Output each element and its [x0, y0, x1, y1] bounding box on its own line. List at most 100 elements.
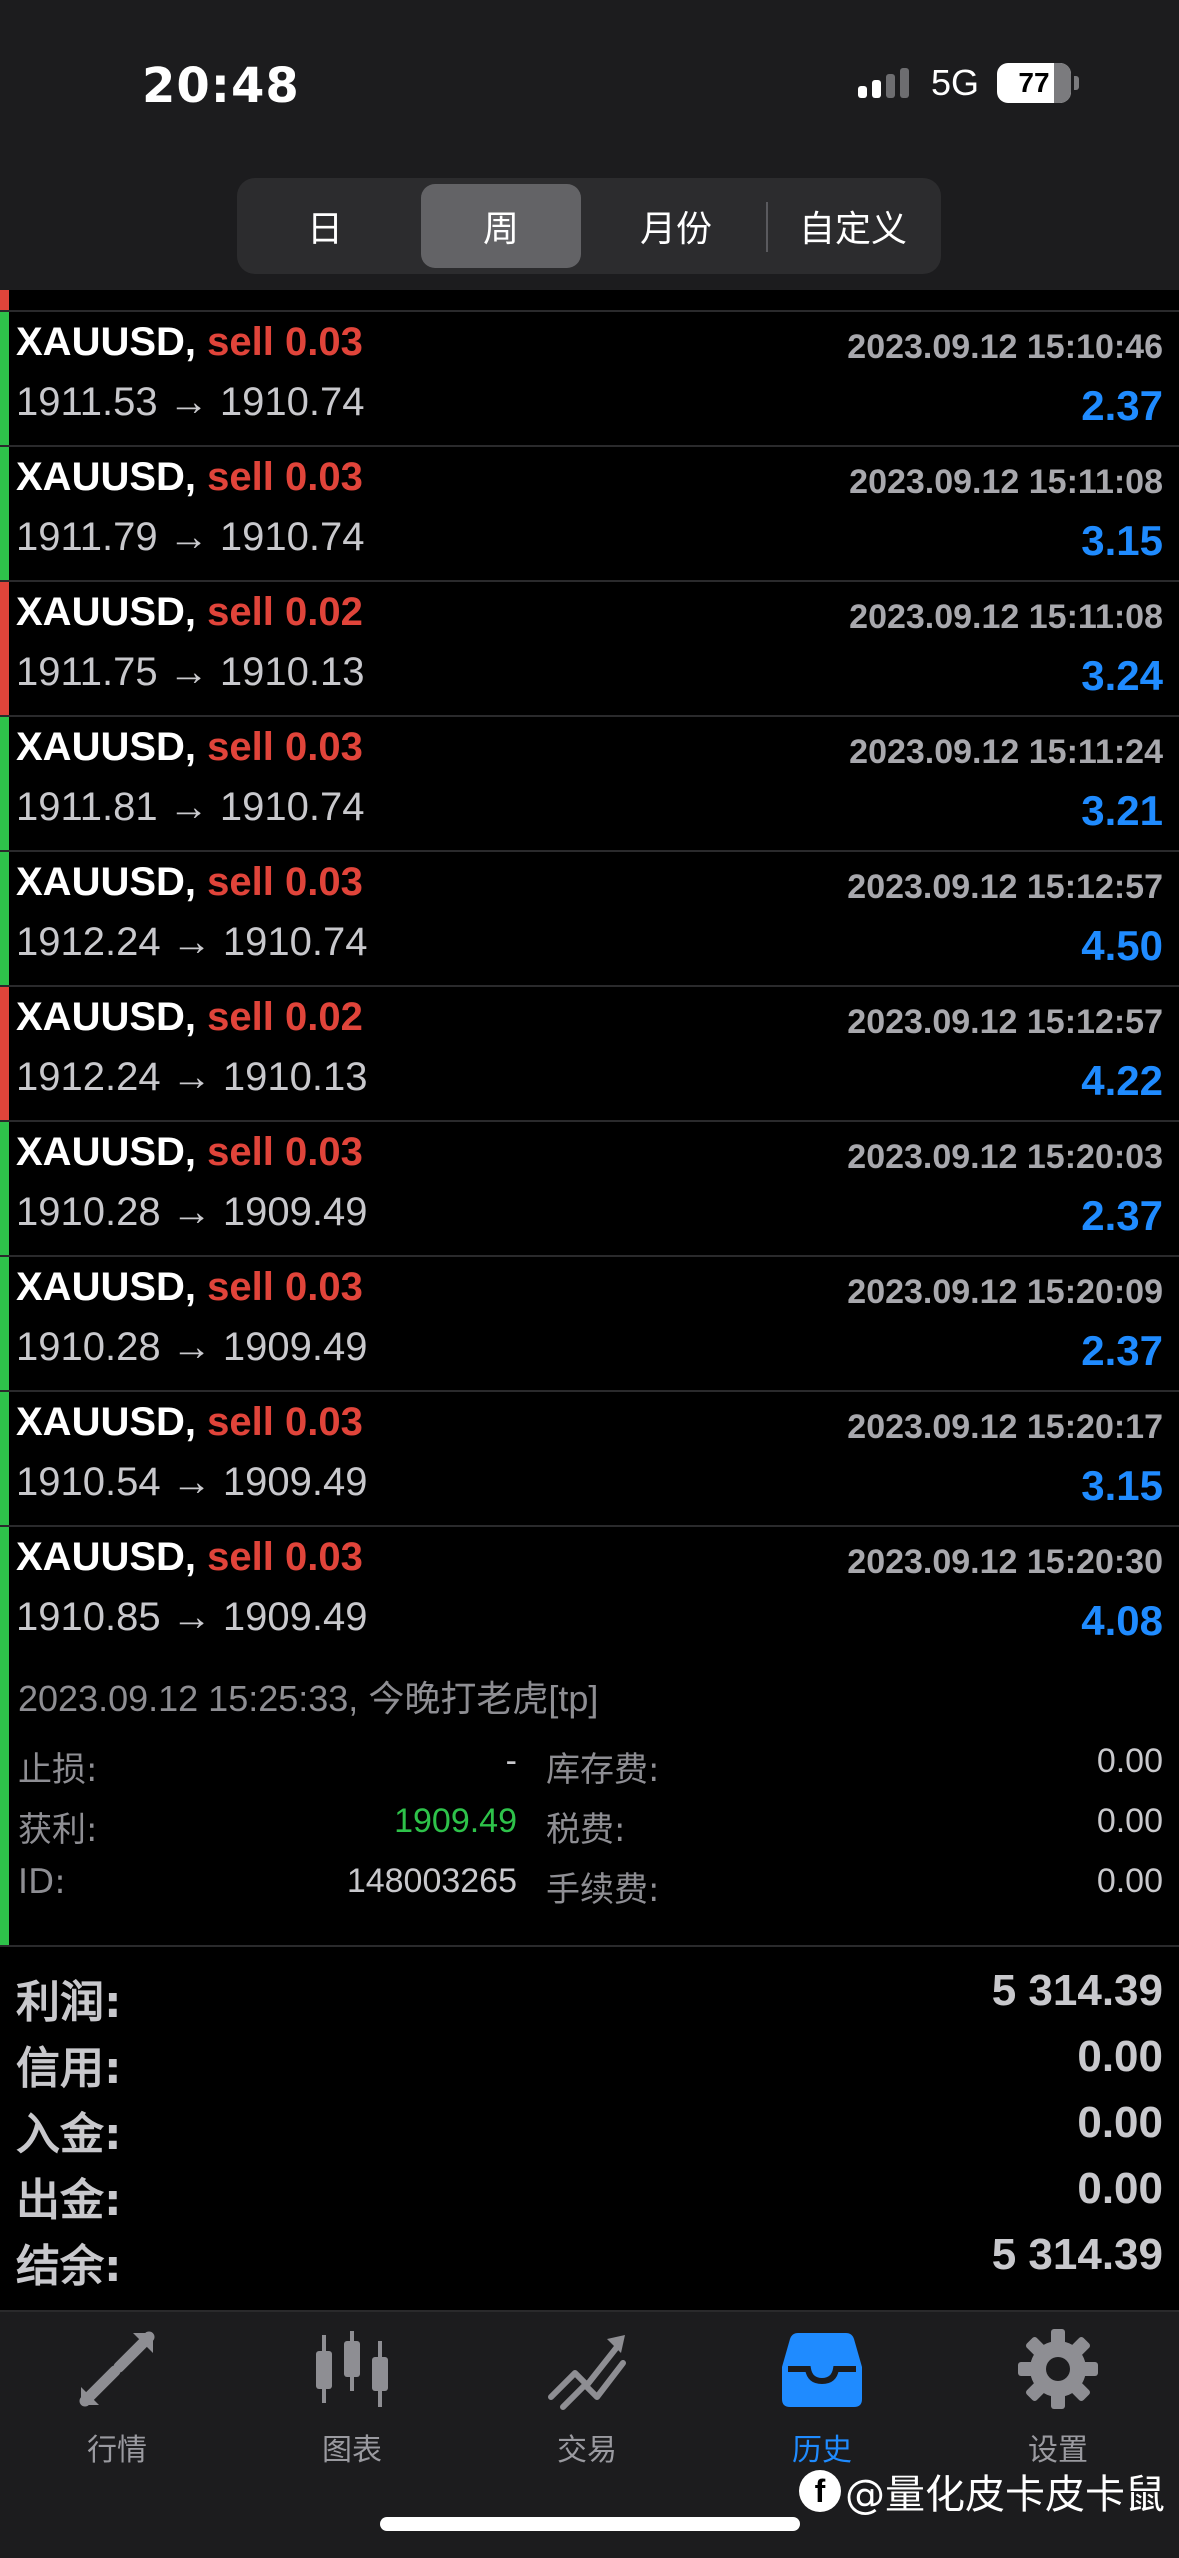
tab-quotes[interactable]: 行情 — [27, 2327, 207, 2477]
deal-close-price: 1909.49 — [222, 1190, 368, 1234]
detail-accent — [0, 1660, 9, 1945]
deal-accent — [0, 717, 9, 850]
home-indicator[interactable] — [380, 2517, 800, 2531]
id-label: ID: — [18, 1862, 66, 1902]
deal-row[interactable]: XAUUSD, sell 0.03 1911.81 → 1910.74 2023.0… — [0, 715, 1179, 850]
stop-loss-value: - — [505, 1742, 517, 1780]
deal-symbol: XAUUSD, — [16, 1535, 197, 1579]
id-value: 148003265 — [346, 1862, 517, 1900]
deal-side: sell — [207, 455, 274, 499]
deal-profit: 3.24 — [1081, 652, 1163, 699]
deal-profit: 3.15 — [1081, 517, 1163, 564]
deal-symbol-line: XAUUSD, sell 0.02 — [16, 590, 363, 635]
deal-symbol: XAUUSD, — [16, 590, 197, 634]
deal-row[interactable]: XAUUSD, sell 0.03 1910.85 → 1909.49 2023.0… — [0, 1525, 1179, 1660]
arrow-right-icon: → — [168, 515, 209, 559]
deal-volume: 0.02 — [285, 995, 363, 1039]
deal-profit: 4.08 — [1081, 1597, 1163, 1644]
deal-open-price: 1910.28 — [16, 1190, 161, 1234]
deal-prices: 1911.75 → 1910.13 — [16, 650, 364, 695]
watermark: f @量化皮卡皮卡鼠 — [799, 2462, 1165, 2520]
deal-open-price: 1912.24 — [16, 1055, 161, 1099]
tab-settings[interactable]: 设置 — [968, 2327, 1148, 2477]
deal-profit: 3.21 — [1081, 787, 1163, 834]
status-icons: 5G 77 — [857, 62, 1079, 104]
deal-volume: 0.03 — [285, 1265, 363, 1309]
arrow-right-icon: → — [171, 1595, 212, 1639]
arrow-right-icon: → — [168, 380, 209, 424]
deal-close-price: 1909.49 — [222, 1325, 368, 1369]
deal-volume: 0.02 — [285, 590, 363, 634]
deal-datetime: 2023.09.12 15:12:57 — [847, 1003, 1163, 1041]
arrow-right-icon: → — [171, 1190, 212, 1234]
take-profit-label: 获利: — [18, 1810, 98, 1850]
deal-accent — [0, 447, 9, 580]
deal-open-price: 1911.79 — [16, 515, 158, 559]
deal-datetime: 2023.09.12 15:20:17 — [847, 1408, 1163, 1446]
period-week[interactable]: 周 — [421, 184, 581, 268]
deal-datetime: 2023.09.12 15:11:24 — [849, 733, 1163, 771]
deal-row[interactable]: XAUUSD, sell 0.02 1911.75 → 1910.13 2023.0… — [0, 580, 1179, 715]
tab-trade-label: 交易 — [557, 2433, 617, 2468]
period-day[interactable]: 日 — [243, 184, 407, 268]
header: 20:48 5G 77 日 周 月份 自定义 — [0, 0, 1179, 290]
deal-side: sell — [207, 860, 274, 904]
cellular-signal-icon — [857, 68, 909, 98]
arrow-right-icon: → — [171, 1325, 212, 1369]
deal-row[interactable]: XAUUSD, sell 0.03 1910.54 → 1909.49 2023.0… — [0, 1390, 1179, 1525]
tab-chart[interactable]: 图表 — [262, 2327, 442, 2477]
deal-profit: 2.37 — [1081, 1192, 1163, 1239]
deal-side: sell — [207, 1400, 274, 1444]
history-inbox-icon — [782, 2333, 862, 2407]
deal-volume: 0.03 — [285, 1400, 363, 1444]
swap-label: 库存费: — [546, 1750, 660, 1790]
candlestick-chart-icon — [316, 2331, 388, 2407]
summary-balance-value: 5 314.39 — [991, 2230, 1163, 2279]
deal-accent — [0, 1122, 9, 1255]
deal-close-price: 1910.74 — [222, 920, 368, 964]
deal-prices: 1910.85 → 1909.49 — [16, 1595, 367, 1640]
deal-close-price: 1909.49 — [222, 1460, 368, 1504]
deal-detail[interactable]: 2023.09.12 15:25:33, 今晚打老虎[tp] 止损: - 获利:… — [0, 1660, 1179, 1945]
tab-trade[interactable]: 交易 — [497, 2327, 677, 2477]
arrow-right-icon: → — [171, 1055, 212, 1099]
deal-accent — [0, 852, 9, 985]
deal-symbol-line: XAUUSD, sell 0.03 — [16, 1535, 363, 1580]
deal-side: sell — [207, 725, 274, 769]
arrow-right-icon: → — [171, 920, 212, 964]
detail-header: 2023.09.12 15:25:33, 今晚打老虎[tp] — [18, 1678, 599, 1719]
deal-symbol-line: XAUUSD, sell 0.03 — [16, 320, 363, 365]
period-custom[interactable]: 自定义 — [771, 184, 935, 268]
deal-row[interactable]: XAUUSD, sell 0.03 1911.53 → 1910.74 2023.0… — [0, 310, 1179, 445]
tab-chart-label: 图表 — [322, 2433, 382, 2468]
deal-datetime: 2023.09.12 15:20:03 — [847, 1138, 1163, 1176]
period-month[interactable]: 月份 — [591, 184, 761, 268]
arrow-right-icon: → — [171, 1460, 212, 1504]
deal-datetime: 2023.09.12 15:10:46 — [847, 328, 1163, 366]
deal-row[interactable]: XAUUSD, sell 0.02 1912.24 → 1910.13 2023.0… — [0, 985, 1179, 1120]
tab-history[interactable]: 历史 — [732, 2327, 912, 2477]
deal-symbol: XAUUSD, — [16, 860, 197, 904]
deal-close-price: 1910.13 — [219, 650, 365, 694]
tax-label: 税费: — [546, 1810, 626, 1850]
deal-close-price: 1909.49 — [222, 1595, 368, 1639]
deal-open-price: 1910.28 — [16, 1325, 161, 1369]
deal-symbol-line: XAUUSD, sell 0.03 — [16, 1400, 363, 1445]
deal-row[interactable]: XAUUSD, sell 0.03 1912.24 → 1910.74 2023.0… — [0, 850, 1179, 985]
deal-accent — [0, 312, 9, 445]
deal-row[interactable]: XAUUSD, sell 0.03 1910.28 → 1909.49 2023.0… — [0, 1255, 1179, 1390]
deal-volume: 0.03 — [285, 320, 363, 364]
segment-divider — [766, 202, 768, 252]
deal-profit: 2.37 — [1081, 1327, 1163, 1374]
arrow-right-icon: → — [168, 785, 209, 829]
deal-row[interactable]: XAUUSD, sell 0.03 1910.28 → 1909.49 2023.0… — [0, 1120, 1179, 1255]
deal-open-price: 1911.81 — [16, 785, 158, 829]
deal-accent — [0, 582, 9, 715]
deal-prices: 1911.53 → 1910.74 — [16, 380, 364, 425]
summary-balance-label: 结余: — [16, 2241, 122, 2292]
deal-row[interactable]: XAUUSD, sell 0.03 1911.79 → 1910.74 2023.0… — [0, 445, 1179, 580]
deal-open-price: 1912.24 — [16, 920, 161, 964]
period-segmented-control: 日 周 月份 自定义 — [237, 178, 941, 274]
summary-profit-label: 利润: — [16, 1977, 122, 2028]
deal-volume: 0.03 — [285, 455, 363, 499]
